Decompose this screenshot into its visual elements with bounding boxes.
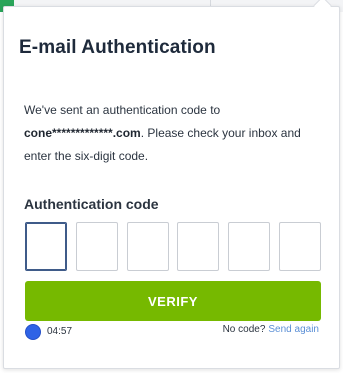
no-code-label: No code?	[222, 324, 266, 335]
clock-icon	[26, 325, 40, 339]
verify-button[interactable]: VERIFY	[25, 281, 321, 321]
masked-email: cone*************.com	[24, 126, 141, 140]
code-digit-6-input[interactable]	[278, 222, 321, 271]
code-digit-5-input[interactable]	[228, 222, 271, 271]
dialog-title: E-mail Authentication	[19, 37, 216, 58]
send-again-link[interactable]: Send again	[268, 324, 319, 335]
countdown-timer: 04:57	[47, 326, 73, 337]
code-digit-2-input[interactable]	[75, 222, 118, 271]
resend-row: No code? Send again	[223, 324, 319, 335]
page: E-mail Authentication We've sent an auth…	[0, 0, 343, 373]
code-digit-1-input[interactable]	[25, 222, 67, 271]
code-digit-3-input[interactable]	[126, 222, 169, 271]
email-authentication-popover: E-mail Authentication We've sent an auth…	[3, 0, 340, 369]
authentication-code-label: Authentication code	[24, 196, 159, 212]
code-digit-4-input[interactable]	[177, 222, 220, 271]
code-input-group	[25, 222, 321, 271]
authentication-message: We've sent an authentication code to con…	[24, 99, 324, 168]
popover-caret	[313, 0, 332, 15]
message-intro: We've sent an authentication code to	[24, 103, 221, 117]
